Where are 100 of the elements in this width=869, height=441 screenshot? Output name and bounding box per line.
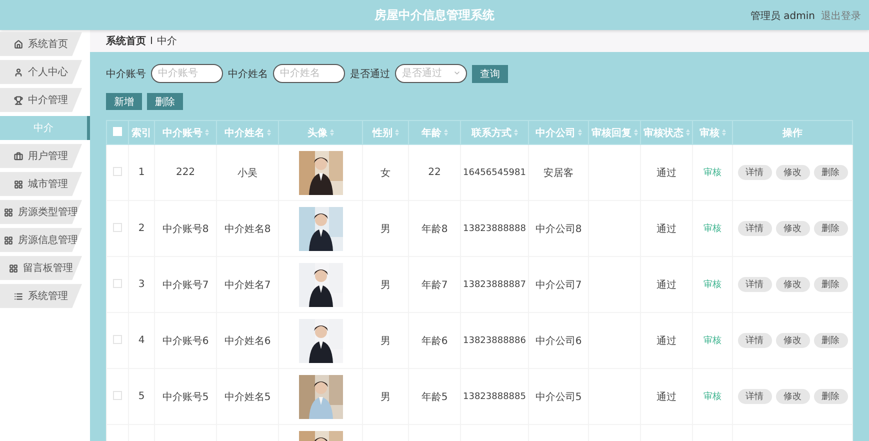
sidebar-item[interactable]: 留言板管理 (0, 256, 82, 280)
row-action-button[interactable]: 修改 (776, 277, 810, 292)
table-cell: 2 (128, 200, 154, 256)
sort-icon[interactable] (686, 129, 690, 136)
row-action-button[interactable]: 删除 (814, 277, 848, 292)
input-field[interactable]: 中介账号 (151, 64, 223, 83)
table-cell: 4 (128, 312, 154, 368)
row-checkbox[interactable] (113, 390, 122, 400)
app-title: 房屋中介信息管理系统 (374, 6, 494, 24)
chevron-icon (453, 69, 461, 77)
search-button[interactable]: 查询 (472, 64, 508, 82)
table-cell: 中介账号8 (154, 200, 216, 256)
column-header: 操作 (782, 126, 802, 140)
row-action-button[interactable]: 修改 (776, 221, 810, 236)
sidebar-item[interactable]: 城市管理 (0, 172, 82, 196)
row-action-button[interactable]: 详情 (738, 165, 772, 180)
table-cell: 中介公司8 (528, 200, 588, 256)
input-field[interactable]: 中介姓名 (273, 64, 345, 83)
row-action-button[interactable]: 详情 (738, 333, 772, 348)
sort-icon[interactable] (330, 129, 334, 136)
row-action-button[interactable]: 删除 (814, 221, 848, 236)
row-action-button[interactable]: 删除 (814, 333, 848, 348)
menu-icon (14, 180, 23, 188)
column-header: 索引 (132, 126, 152, 140)
row-checkbox[interactable] (113, 278, 122, 288)
table-cell: 中介姓名7 (216, 256, 278, 312)
sidebar-item[interactable]: 中介管理 (0, 88, 82, 112)
sort-icon[interactable] (722, 129, 726, 136)
select-field[interactable]: 是否通过 (395, 64, 467, 83)
sort-icon[interactable] (394, 129, 398, 136)
row-action-button[interactable]: 修改 (776, 333, 810, 348)
field-label: 中介姓名 (228, 68, 268, 80)
table-cell: 男 (362, 312, 408, 368)
sort-icon[interactable] (204, 129, 208, 136)
table-cell: 中介公司6 (528, 312, 588, 368)
table-cell: 1 (128, 144, 154, 200)
breadcrumb-separator: I (150, 36, 153, 46)
user-label: 管理员 admin (750, 10, 815, 23)
table-cell: 年龄6 (408, 312, 460, 368)
table-cell: 女 (362, 144, 408, 200)
table-cell: 中介姓名6 (216, 312, 278, 368)
table-cell: 通过 (640, 312, 692, 368)
table-cell: 222 (154, 144, 216, 200)
row-checkbox[interactable] (113, 334, 122, 344)
sort-icon[interactable] (266, 129, 270, 136)
table-cell: 小吴 (216, 144, 278, 200)
sort-icon[interactable] (444, 129, 448, 136)
table-cell: 13823888886 (460, 312, 528, 368)
table-cell: 男 (362, 368, 408, 424)
table-cell: 男 (362, 200, 408, 256)
table-cell: 年龄8 (408, 200, 460, 256)
row-checkbox[interactable] (113, 222, 122, 232)
row-action-button[interactable]: 详情 (738, 221, 772, 236)
table-cell: 5 (128, 368, 154, 424)
menu-icon (9, 264, 18, 272)
menu-icon (14, 292, 23, 300)
field-label: 是否通过 (350, 68, 390, 80)
table-cell: 中介姓名5 (216, 368, 278, 424)
field-label: 中介账号 (106, 68, 146, 80)
table-cell: 中介姓名8 (216, 200, 278, 256)
table-cell: 13823888887 (460, 256, 528, 312)
row-action-button[interactable]: 删除 (814, 165, 848, 180)
row-action-button[interactable]: 修改 (776, 389, 810, 404)
action-button[interactable]: 删除 (147, 93, 183, 110)
table-cell: 年龄5 (408, 368, 460, 424)
row-checkbox[interactable] (113, 166, 122, 176)
sidebar-item[interactable]: 个人中心 (0, 60, 82, 84)
row-action-button[interactable]: 详情 (738, 389, 772, 404)
action-button[interactable]: 新增 (106, 93, 142, 110)
row-action-button[interactable]: 删除 (814, 389, 848, 404)
table-cell: 中介公司5 (528, 368, 588, 424)
sidebar-item[interactable]: 系统管理 (0, 284, 82, 308)
table-cell: 男 (362, 256, 408, 312)
table-cell: 通过 (640, 256, 692, 312)
table-cell: 13823888888 (460, 200, 528, 256)
table-cell: 安居客 (528, 144, 588, 200)
table-cell: 中介账号6 (154, 312, 216, 368)
menu-icon (14, 40, 23, 48)
menu-icon (4, 208, 13, 216)
table-cell: 通过 (640, 200, 692, 256)
select-all-checkbox[interactable] (113, 126, 122, 136)
menu-icon (4, 236, 13, 244)
table-cell: 中介账号7 (154, 256, 216, 312)
sort-icon[interactable] (514, 129, 518, 136)
row-action-button[interactable]: 修改 (776, 165, 810, 180)
breadcrumb-item[interactable]: 系统首页 (106, 34, 146, 48)
menu-icon (14, 96, 23, 104)
sidebar-item[interactable]: 房源信息管理 (0, 228, 82, 252)
table-cell: 22 (408, 144, 460, 200)
row-action-button[interactable]: 详情 (738, 277, 772, 292)
table-cell: 通过 (640, 144, 692, 200)
sidebar-item[interactable]: 用户管理 (0, 144, 82, 168)
table-cell: 通过 (640, 368, 692, 424)
sort-icon[interactable] (634, 129, 638, 136)
table-cell: 16456545981 (460, 144, 528, 200)
menu-icon (14, 152, 23, 160)
sidebar-item[interactable]: 系统首页 (0, 32, 82, 56)
sort-icon[interactable] (578, 129, 582, 136)
breadcrumb-item[interactable]: 中介 (156, 34, 177, 48)
sidebar-item[interactable]: 房源类型管理 (0, 200, 82, 224)
